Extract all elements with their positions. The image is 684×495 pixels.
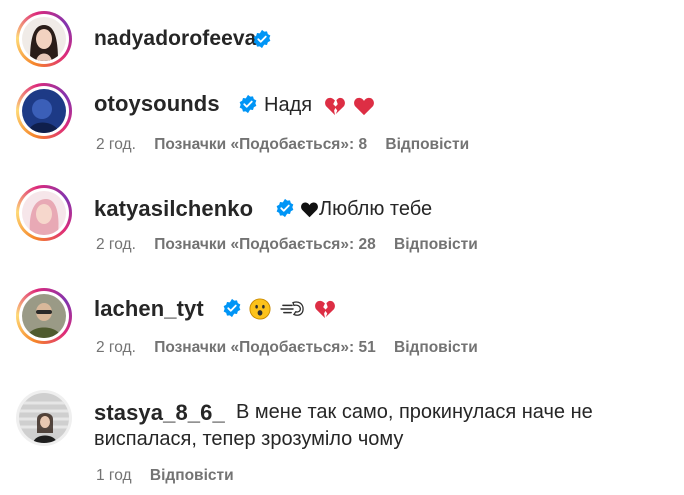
reply-button[interactable]: Відповісти (150, 467, 234, 484)
comment-username[interactable]: lachen_tyt (94, 296, 204, 322)
verified-badge-icon (276, 198, 294, 218)
commenter-avatar[interactable] (16, 185, 72, 241)
verified-badge-icon (239, 94, 257, 114)
comment-meta: 1 год Відповісти (96, 467, 234, 485)
reply-button[interactable]: Відповісти (394, 236, 478, 253)
comment-text-line-1: В мене так само, прокинулася наче не (236, 401, 593, 423)
comment-body: Люблю тебе (319, 198, 433, 220)
comment-item: stasya_8_6_ В мене так само, прокинулася… (0, 385, 684, 495)
post-author-row: nadyadorofeeva (0, 0, 684, 80)
post-author-username[interactable]: nadyadorofeeva (94, 27, 256, 51)
avatar-photo-lachen-tyt (22, 294, 66, 338)
post-author-avatar[interactable] (16, 11, 72, 67)
dashing-away-emoji (279, 301, 304, 316)
reply-button[interactable]: Відповісти (394, 339, 478, 356)
comment-text: Надя (264, 94, 375, 117)
comment-time[interactable]: 2 год. (96, 236, 136, 253)
comment-text-line-2: виспалася, тепер зрозуміло чому (94, 428, 404, 450)
comment-likes[interactable]: Позначки «Подобається»: 51 (154, 339, 376, 356)
comment-username[interactable]: otoysounds (94, 91, 220, 117)
comment-meta: 2 год. Позначки «Подобається»: 28 Відпов… (96, 236, 478, 254)
astonished-face-emoji (249, 298, 271, 320)
avatar-photo-stasya (19, 393, 69, 443)
broken-heart-emoji (315, 300, 336, 318)
comment-username[interactable]: katyasilchenko (94, 196, 253, 222)
comment-item: lachen_tyt 2 год. Позначки «Подобається»… (0, 285, 684, 385)
verified-badge-icon (223, 298, 241, 318)
comment-body: Надя (264, 94, 313, 116)
avatar-photo-otoysounds (22, 89, 66, 133)
comment-likes[interactable]: Позначки «Подобається»: 28 (154, 236, 376, 253)
commenter-avatar[interactable] (16, 288, 72, 344)
comment-time[interactable]: 2 год. (96, 136, 136, 153)
comment-text (249, 297, 336, 320)
comment-username[interactable]: stasya_8_6_ (94, 400, 225, 426)
comment-meta: 2 год. Позначки «Подобається»: 51 Відпов… (96, 339, 478, 357)
avatar-photo-nadyadorofeeva (22, 17, 66, 61)
comment-item: katyasilchenko Люблю тебе 2 год. Позначк… (0, 180, 684, 285)
comment-item: otoysounds Надя 2 год. Позначки «Подобає… (0, 80, 684, 180)
commenter-avatar[interactable] (16, 83, 72, 139)
reply-button[interactable]: Відповісти (385, 136, 469, 153)
comment-meta: 2 год. Позначки «Подобається»: 8 Відпові… (96, 136, 469, 154)
comment-time[interactable]: 1 год (96, 467, 132, 484)
verified-badge-icon (253, 29, 271, 49)
red-heart-emoji (354, 97, 375, 115)
avatar-photo-katyasilchenko (22, 191, 66, 235)
comment-time[interactable]: 2 год. (96, 339, 136, 356)
comment-likes[interactable]: Позначки «Подобається»: 8 (154, 136, 367, 153)
broken-heart-emoji (324, 97, 345, 115)
black-heart-emoji (301, 202, 318, 218)
comment-text: Люблю тебе (300, 198, 432, 221)
commenter-avatar[interactable] (16, 390, 72, 446)
